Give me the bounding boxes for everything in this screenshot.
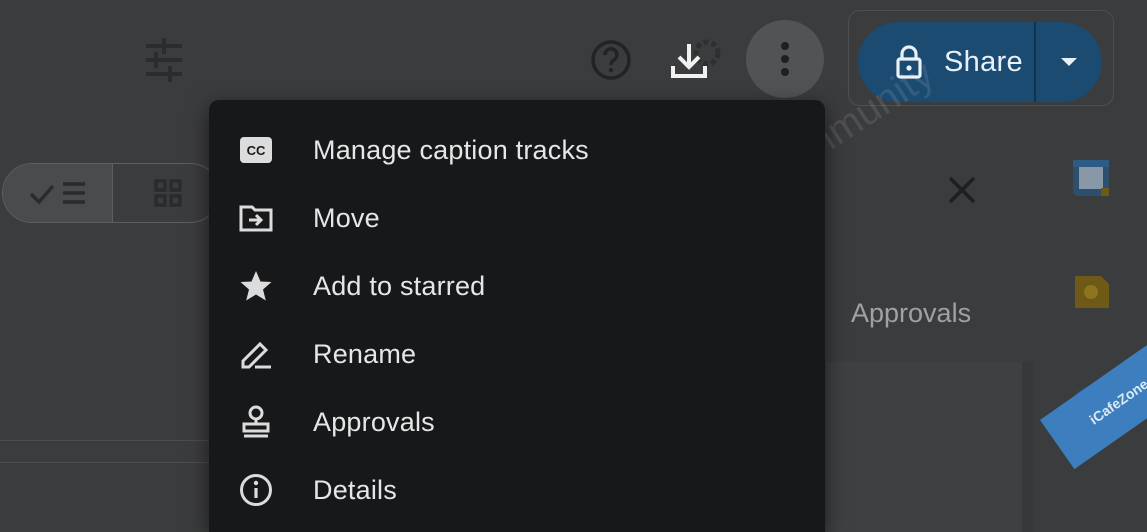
menu-item-label: Add to starred [313,270,486,301]
grid-icon [153,179,182,207]
filter-options-icon[interactable] [140,36,188,84]
menu-item-label: Manage caption tracks [313,134,589,165]
star-icon [239,269,273,303]
details-panel-body [826,362,1034,532]
keep-app-icon[interactable] [1071,272,1111,312]
svg-text:CC: CC [247,143,266,158]
download-icon[interactable] [666,38,712,84]
menu-item-add-to-starred[interactable]: Add to starred [209,252,825,320]
dropdown-arrow-icon [1061,58,1077,66]
folder-move-icon [239,201,273,235]
info-icon [239,473,273,507]
list-divider [0,440,209,441]
menu-item-label: Move [313,202,380,233]
menu-item-details[interactable]: Details [209,456,825,524]
menu-item-label: Details [313,474,397,505]
more-actions-button[interactable] [746,20,824,98]
menu-item-label: Approvals [313,406,435,437]
menu-item-approvals[interactable]: Approvals [209,388,825,456]
menu-item-manage-caption-tracks[interactable]: CC Manage caption tracks [209,116,825,184]
grid-view-button[interactable] [113,164,219,222]
share-label: Share [944,45,1023,78]
closed-caption-icon: CC [239,133,273,167]
check-list-icon [29,182,85,205]
list-divider [0,462,209,463]
menu-item-rename[interactable]: Rename [209,320,825,388]
list-view-button[interactable] [3,164,113,222]
more-vert-icon [781,42,789,76]
calendar-app-icon[interactable] [1071,158,1111,198]
menu-item-label: Rename [313,338,417,369]
approval-stamp-icon [239,405,273,439]
tab-approvals[interactable]: Approvals [851,298,971,329]
menu-item-move[interactable]: Move [209,184,825,252]
view-toggle [2,163,220,223]
close-icon[interactable] [944,172,980,208]
pencil-icon [239,337,273,371]
help-icon[interactable] [589,38,633,82]
watermark-badge-text: iCafeZone [1086,375,1147,428]
more-actions-menu: CC Manage caption tracks Move Add to sta… [209,100,825,532]
watermark-badge: iCafeZone [1040,333,1147,470]
